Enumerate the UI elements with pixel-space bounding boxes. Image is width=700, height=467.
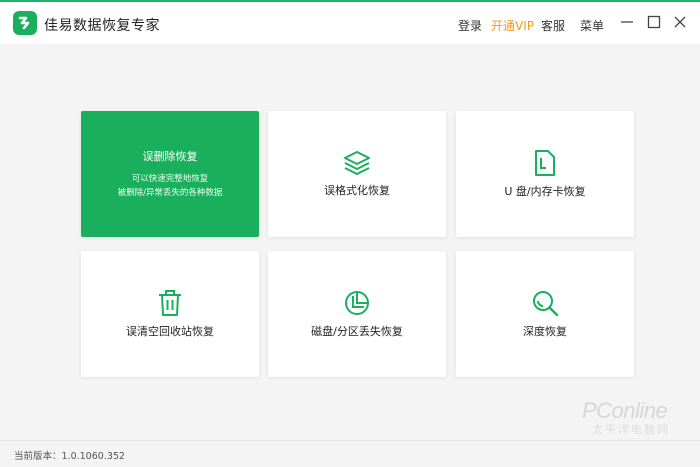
card-partition-recovery[interactable]: 磁盘/分区丢失恢复	[268, 251, 446, 377]
card-label: 误删除恢复	[142, 150, 198, 163]
card-label: 误清空回收站恢复	[126, 325, 214, 338]
card-description-line1: 可以快速完整地恢复	[131, 174, 209, 184]
version-label: 当前版本：1.0.1060.352	[14, 451, 125, 462]
vip-link[interactable]: 开通VIP	[491, 17, 534, 34]
title-bar: 佳易数据恢复专家 登录 开通VIP 客服 菜单	[0, 0, 700, 44]
sd-card-icon	[533, 149, 557, 177]
menu-link[interactable]: 菜单	[580, 17, 604, 34]
card-label: 磁盘/分区丢失恢复	[311, 325, 403, 338]
magnifier-icon	[531, 289, 559, 317]
watermark-subtitle: 太平洋电脑网	[592, 423, 670, 436]
card-label: 误格式化恢复	[324, 184, 390, 197]
card-usb-sd-recovery[interactable]: U 盘/内存卡恢复	[456, 111, 634, 237]
trash-icon	[157, 289, 183, 317]
card-deep-recovery[interactable]: 深度恢复	[456, 251, 634, 377]
pie-chart-icon	[343, 289, 371, 317]
customer-service-link[interactable]: 客服	[541, 17, 565, 34]
minimize-icon[interactable]	[617, 12, 637, 32]
card-label: 深度恢复	[523, 325, 567, 338]
card-accidental-delete-recovery[interactable]: 误删除恢复 可以快速完整地恢复 被删除/异常丢失的各种数据	[81, 111, 259, 237]
close-icon[interactable]	[670, 12, 690, 32]
app-logo-icon	[13, 11, 37, 35]
card-description-line2: 被删除/异常丢失的各种数据	[117, 188, 223, 198]
card-label: U 盘/内存卡恢复	[504, 185, 586, 198]
login-link[interactable]: 登录	[458, 17, 482, 34]
app-title: 佳易数据恢复专家	[44, 18, 160, 34]
card-format-recovery[interactable]: 误格式化恢复	[268, 111, 446, 237]
maximize-icon[interactable]	[644, 12, 664, 32]
status-bar: 当前版本：1.0.1060.352	[0, 440, 700, 467]
layers-icon	[343, 150, 371, 176]
card-recycle-bin-recovery[interactable]: 误清空回收站恢复	[81, 251, 259, 377]
